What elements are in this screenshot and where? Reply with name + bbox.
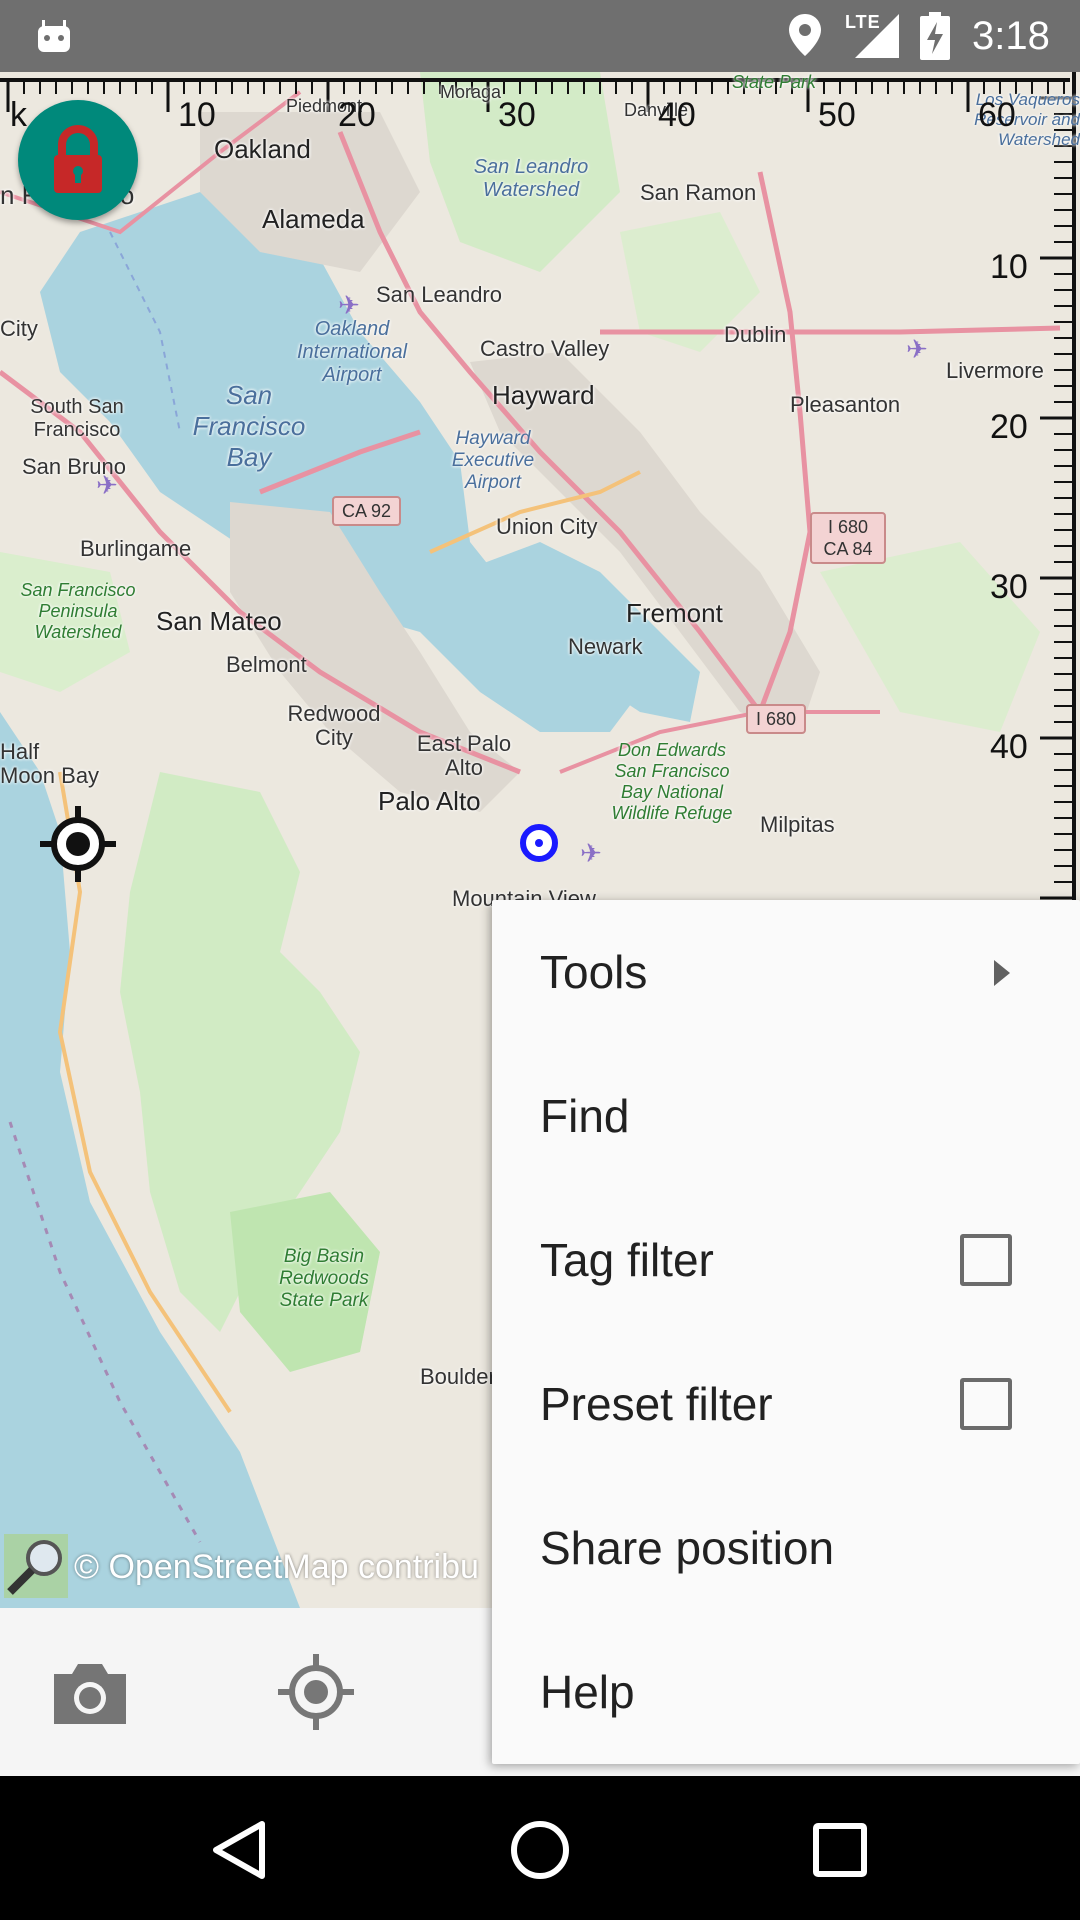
ruler-label: 50 [818, 96, 856, 134]
place-label: San Francisco Bay [192, 380, 306, 472]
status-bar: LTE 3:18 [0, 0, 1080, 72]
back-icon[interactable] [208, 1818, 272, 1882]
place-label: Oakland International Airport [296, 318, 408, 386]
ruler-label: 40 [658, 96, 696, 134]
menu-item-preset-filter[interactable]: Preset filter [492, 1332, 1080, 1476]
place-label: Pleasanton [790, 392, 901, 417]
place-label: Livermore [946, 358, 1044, 383]
place-label: Half Moon Bay [0, 739, 100, 788]
airport-icon: ✈ [96, 470, 118, 500]
scale-ruler-top [0, 78, 1070, 112]
menu-item-label: Tools [540, 946, 648, 998]
place-label: Burlingame [80, 536, 192, 561]
airport-icon: ✈ [580, 838, 602, 868]
scale-ruler-right [1040, 72, 1076, 902]
place-label: San Leandro [376, 282, 502, 307]
ruler-label: 20 [990, 408, 1028, 446]
place-label: Dublin [724, 322, 787, 347]
ruler-label: 20 [338, 96, 376, 134]
menu-item-label: Preset filter [540, 1378, 773, 1430]
ruler-label: 60 [978, 96, 1016, 134]
android-icon [38, 20, 70, 52]
ruler-label: 30 [990, 568, 1028, 606]
navigation-bar [0, 1776, 1080, 1920]
highway-shield: I 680 CA 84 [810, 512, 886, 564]
tag-filter-checkbox[interactable] [960, 1234, 1012, 1286]
place-label: South San Francisco [30, 396, 124, 441]
ruler-label: 10 [990, 248, 1028, 286]
home-icon[interactable] [508, 1818, 572, 1882]
place-label: San Mateo [156, 606, 282, 636]
place-label: Hayward Executive Airport [451, 428, 535, 493]
highway-shield: CA 92 [332, 496, 402, 526]
menu-item-help[interactable]: Help [492, 1620, 1080, 1764]
gps-icon[interactable] [276, 1652, 356, 1732]
place-label: Oakland [214, 134, 311, 164]
magnifier-icon[interactable] [4, 1534, 68, 1598]
place-label: Moraga [440, 82, 502, 102]
network-type: LTE [845, 12, 881, 32]
menu-item-tag-filter[interactable]: Tag filter [492, 1188, 1080, 1332]
place-label: Hayward [492, 380, 595, 410]
place-label: Alameda [262, 204, 365, 234]
place-label: Newark [568, 634, 643, 659]
location-icon [789, 14, 821, 56]
camera-icon[interactable] [50, 1658, 130, 1728]
place-label: Boulder [420, 1364, 496, 1389]
place-label: Castro Valley [480, 336, 610, 361]
lock-button[interactable] [18, 100, 138, 220]
place-label: East Palo Alto [416, 731, 512, 780]
place-label: San Ramon [640, 180, 757, 205]
map-attribution: © OpenStreetMap contribu [74, 1548, 479, 1586]
lock-icon [54, 125, 102, 193]
place-label: San Leandro Watershed [473, 156, 589, 201]
menu-item-tools[interactable]: Tools [492, 900, 1080, 1044]
menu-item-label: Share position [540, 1522, 835, 1574]
menu-item-share-position[interactable]: Share position [492, 1476, 1080, 1620]
preset-filter-checkbox[interactable] [960, 1378, 1012, 1430]
place-label: Palo Alto [378, 786, 481, 816]
ruler-label: 30 [498, 96, 536, 134]
ruler-label: 10 [178, 96, 216, 134]
place-label: San Francisco Peninsula Watershed [20, 580, 136, 642]
highway-shield: I 680 [746, 704, 807, 734]
place-label: Belmont [226, 652, 307, 677]
menu-item-label: Tag filter [540, 1234, 714, 1286]
recents-icon[interactable] [808, 1818, 872, 1882]
place-label: Union City [496, 514, 598, 539]
ruler-label: 40 [990, 728, 1028, 766]
menu-item-find[interactable]: Find [492, 1044, 1080, 1188]
overflow-menu: Tools Find Tag filter Preset filter Shar… [492, 900, 1080, 1764]
menu-item-label: Help [540, 1666, 635, 1718]
place-label: Big Basin Redwoods State Park [279, 1246, 369, 1311]
current-position-marker [520, 824, 558, 862]
place-label: State Park [732, 72, 817, 92]
airport-icon: ✈ [906, 334, 928, 364]
place-label: Redwood City [287, 701, 381, 750]
crosshair-icon[interactable] [38, 804, 118, 884]
status-time: 3:18 [972, 14, 1050, 58]
ruler-label: k [10, 96, 27, 134]
place-label: Milpitas [760, 812, 835, 837]
airport-icon: ✈ [338, 290, 360, 320]
submenu-arrow-icon [994, 960, 1010, 986]
place-label: Fremont [626, 598, 723, 628]
place-label: Don Edwards San Francisco Bay National W… [611, 740, 733, 823]
menu-item-label: Find [540, 1090, 630, 1142]
place-label: City [0, 316, 38, 341]
battery-charging-icon [920, 12, 950, 60]
